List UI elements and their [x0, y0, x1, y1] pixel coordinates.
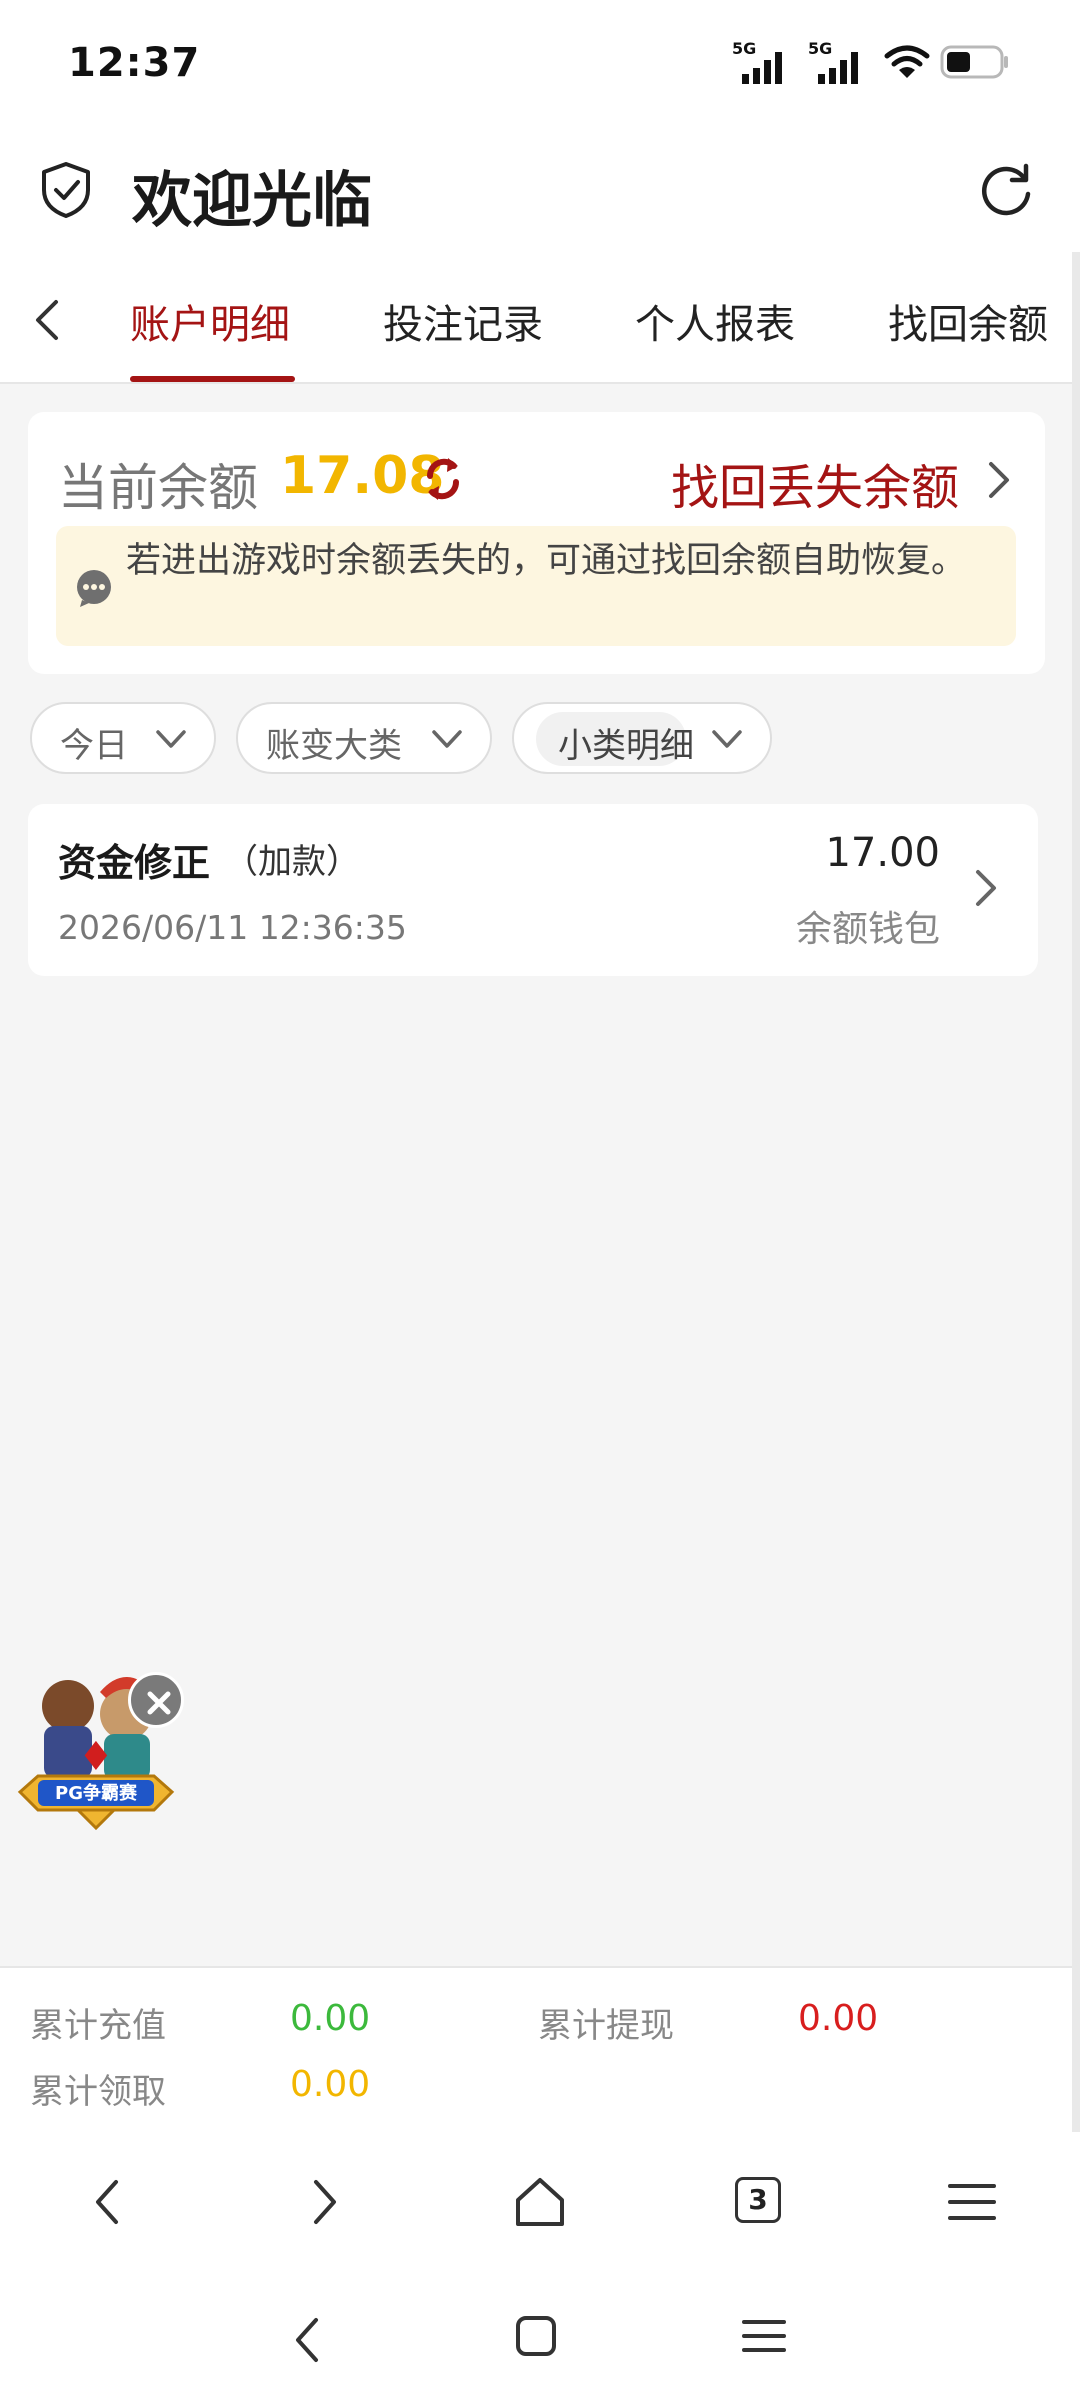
claim-label: 累计领取: [30, 2072, 166, 2112]
sync-icon[interactable]: [420, 454, 466, 504]
tab-personal-report[interactable]: 个人报表: [635, 292, 795, 350]
filter-date-label: 今日: [60, 726, 128, 766]
system-back-icon[interactable]: [288, 2314, 328, 2366]
chevron-down-icon: [432, 730, 462, 748]
balance-label: 当前余额: [58, 459, 258, 517]
status-bar: 12:37 5G 5G: [0, 0, 1080, 126]
tab-account-details[interactable]: 账户明细: [130, 292, 290, 350]
signal-5g-icon: 5G: [808, 39, 858, 84]
notice-text: 若进出游戏时余额丢失的，可通过找回余额自助恢复。: [126, 541, 967, 581]
status-time: 12:37: [68, 40, 201, 86]
chevron-left-icon[interactable]: [22, 292, 70, 348]
notice-banner: 若进出游戏时余额丢失的，可通过找回余额自助恢复。: [56, 526, 1016, 646]
claim-value: 0.00: [290, 2064, 371, 2105]
browser-home-icon[interactable]: [512, 2174, 568, 2230]
record-amount: 17.00: [825, 830, 940, 876]
filter-subcategory-select[interactable]: 小类明细: [512, 702, 772, 774]
message-icon: [77, 570, 111, 607]
record-subtitle: （加款）: [224, 842, 360, 882]
filter-category-label: 账变大类: [266, 726, 402, 766]
chevron-right-icon[interactable]: [983, 456, 1015, 504]
filter-date-select[interactable]: 今日: [30, 702, 216, 774]
chevron-right-icon: [976, 870, 996, 906]
recharge-label: 累计充值: [30, 2006, 166, 2046]
close-icon: [147, 1691, 171, 1715]
record-time: 2026/06/11 12:36:35: [58, 908, 407, 947]
status-icons: 5G 5G: [732, 38, 1010, 86]
browser-forward-icon[interactable]: [304, 2174, 344, 2230]
recharge-value: 0.00: [290, 1998, 371, 2039]
tab-recover-balance[interactable]: 找回余额: [888, 292, 1048, 350]
chevron-down-icon: [156, 730, 186, 748]
page-title: 欢迎光临: [132, 166, 372, 236]
shield-check-icon[interactable]: [38, 160, 94, 220]
refresh-icon[interactable]: [976, 160, 1036, 220]
browser-menu-icon[interactable]: [948, 2174, 996, 2230]
svg-text:5G: 5G: [732, 39, 756, 58]
browser-toolbar: [0, 2132, 1080, 2272]
system-nav-bar: [0, 2272, 1080, 2400]
browser-back-icon[interactable]: [88, 2174, 128, 2230]
filter-subcategory-label: 小类明细: [558, 726, 694, 766]
chevron-down-icon: [712, 730, 742, 748]
record-wallet: 余额钱包: [795, 909, 940, 950]
promo-close-button[interactable]: [128, 1672, 184, 1728]
signal-5g-icon: 5G: [732, 39, 782, 84]
record-item[interactable]: 资金修正 （加款） 2026/06/11 12:36:35 17.00 余额钱包: [28, 804, 1038, 976]
svg-text:PG争霸赛: PG争霸赛: [55, 1782, 138, 1804]
tab-bet-records[interactable]: 投注记录: [383, 292, 543, 350]
svg-text:♦: ♦: [78, 1734, 114, 1780]
withdraw-label: 累计提现: [538, 2006, 674, 2046]
scroll-edge: [1072, 252, 1080, 2132]
filter-category-select[interactable]: 账变大类: [236, 702, 492, 774]
active-tab-indicator: [130, 376, 295, 382]
browser-tabs-button[interactable]: 3: [735, 2177, 781, 2223]
wifi-icon: [884, 45, 930, 78]
withdraw-value: 0.00: [798, 1998, 879, 2039]
record-title: 资金修正: [58, 841, 211, 885]
recover-lost-balance-link[interactable]: 找回丢失余额: [671, 448, 959, 518]
balance-card: 当前余额 17.08 找回丢失余额 若进出游戏时余额丢失的，可通过找回余额自助恢…: [28, 412, 1045, 674]
system-home-icon[interactable]: [514, 2314, 558, 2358]
system-recents-icon[interactable]: [742, 2314, 786, 2358]
battery-icon: [940, 45, 1008, 79]
svg-text:5G: 5G: [808, 39, 832, 58]
summary-panel: 累计充值 0.00 累计提现 0.00 累计领取 0.00: [0, 1966, 1072, 2132]
tab-bar: 账户明细 投注记录 个人报表 找回余额: [0, 252, 1080, 384]
app-header: 欢迎光临: [0, 126, 1080, 252]
